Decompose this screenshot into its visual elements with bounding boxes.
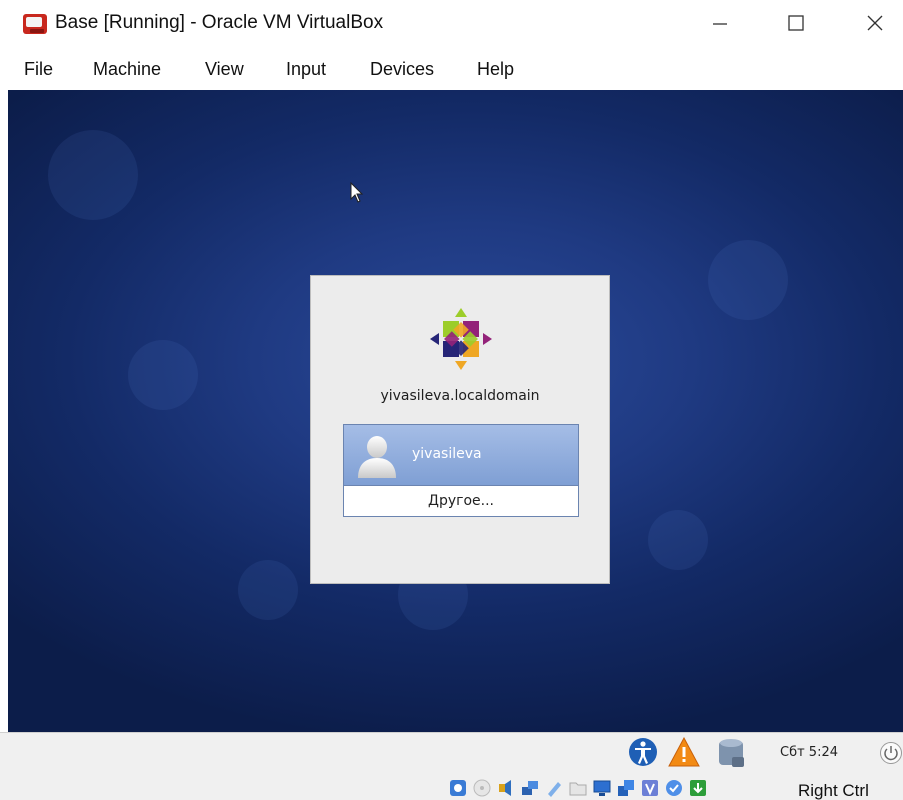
power-symbol-icon [884,746,898,761]
mouse-cursor-icon [350,182,364,203]
vm-display[interactable]: yivasileva.localdomain yivasileva Другое… [8,90,903,732]
close-icon [867,15,883,31]
hard-disk-icon[interactable] [448,778,468,798]
network-icon[interactable] [520,778,540,798]
power-icon[interactable] [880,742,902,764]
background-bokeh [128,340,198,410]
user-avatar-icon [358,436,396,478]
menu-input[interactable]: Input [286,59,326,80]
warning-icon[interactable] [668,737,700,767]
host-key-label[interactable]: Right Ctrl [798,781,869,800]
menu-machine[interactable]: Machine [93,59,161,80]
maximize-icon [788,15,804,31]
minimize-button[interactable] [690,0,750,46]
user-list: yivasileva Другое... [343,424,579,517]
shared-folders-icon[interactable] [568,778,588,798]
user-name: yivasileva [412,446,482,462]
virtualization-icon[interactable] [640,778,660,798]
close-button[interactable] [845,0,903,46]
background-bokeh [238,560,298,620]
hostname-label: yivasileva.localdomain [380,388,540,404]
login-dialog: yivasileva.localdomain yivasileva Другое… [310,275,610,584]
menu-bar: File Machine View Input Devices Help [0,50,903,90]
menu-view[interactable]: View [205,59,244,80]
menu-help[interactable]: Help [477,59,514,80]
usb-icon[interactable] [544,778,564,798]
audio-icon[interactable] [496,778,516,798]
minimize-icon [713,23,727,25]
title-bar: Base [Running] - Oracle VM VirtualBox [0,0,903,50]
background-bokeh [708,240,788,320]
video-capture-icon[interactable] [616,778,636,798]
optical-drive-icon[interactable] [472,778,492,798]
background-bokeh [48,130,138,220]
other-user-button[interactable]: Другое... [344,487,578,516]
menu-devices[interactable]: Devices [370,59,434,80]
user-list-item-selected[interactable]: yivasileva [344,425,578,486]
display-icon[interactable] [592,778,612,798]
status-bar: Сбт 5:24 Right Ctrl [0,732,903,800]
window-title: Base [Running] - Oracle VM VirtualBox [55,12,384,33]
virtualbox-app-icon [23,14,47,34]
network-disk-icon[interactable] [714,735,748,769]
menu-file[interactable]: File [24,59,53,80]
centos-logo-icon [430,308,492,370]
maximize-button[interactable] [766,0,826,46]
background-bokeh [648,510,708,570]
accessibility-icon[interactable] [628,737,658,767]
guest-clock[interactable]: Сбт 5:24 [780,745,838,760]
keyboard-capture-icon[interactable] [688,778,708,798]
mouse-integration-icon[interactable] [664,778,684,798]
